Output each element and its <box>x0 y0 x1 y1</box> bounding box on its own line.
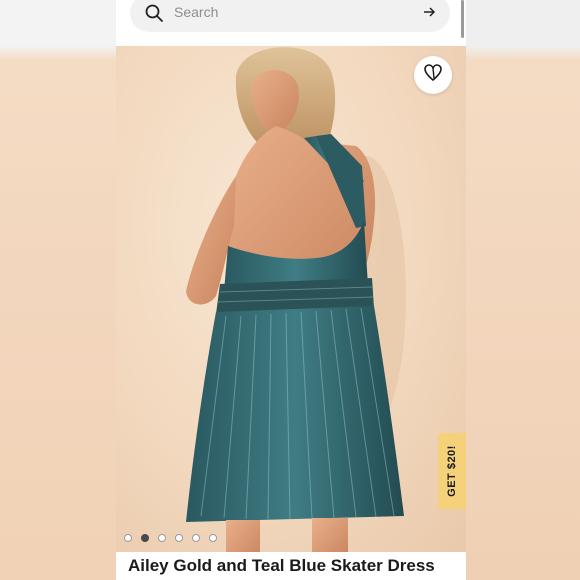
carousel-dot[interactable] <box>209 534 217 542</box>
promo-label: GET $20! <box>446 445 458 497</box>
promo-tab[interactable]: GET $20! <box>438 433 466 509</box>
carousel-dot[interactable] <box>158 534 166 542</box>
carousel-dot[interactable] <box>192 534 200 542</box>
search-icon[interactable] <box>144 3 164 28</box>
search-bar[interactable]: Search <box>130 0 450 32</box>
product-title: Ailey Gold and Teal Blue Skater Dress <box>128 556 435 575</box>
top-bar: Search <box>116 0 466 46</box>
heart-icon <box>423 63 443 88</box>
product-page: Search GET $20! Ailey Gold and Teal Blue… <box>116 0 466 580</box>
search-input[interactable]: Search <box>174 4 218 20</box>
arrow-right-icon[interactable] <box>422 5 436 24</box>
background-left-blur <box>0 0 116 580</box>
carousel-dot[interactable] <box>175 534 183 542</box>
background-right-blur <box>466 0 580 580</box>
product-image[interactable]: GET $20! <box>116 46 466 552</box>
image-carousel-indicator <box>124 534 217 542</box>
favorite-button[interactable] <box>414 56 452 94</box>
carousel-dot[interactable] <box>124 534 132 542</box>
scrollbar[interactable] <box>461 0 464 38</box>
carousel-dot-active[interactable] <box>141 534 149 542</box>
model-photo <box>186 47 406 552</box>
